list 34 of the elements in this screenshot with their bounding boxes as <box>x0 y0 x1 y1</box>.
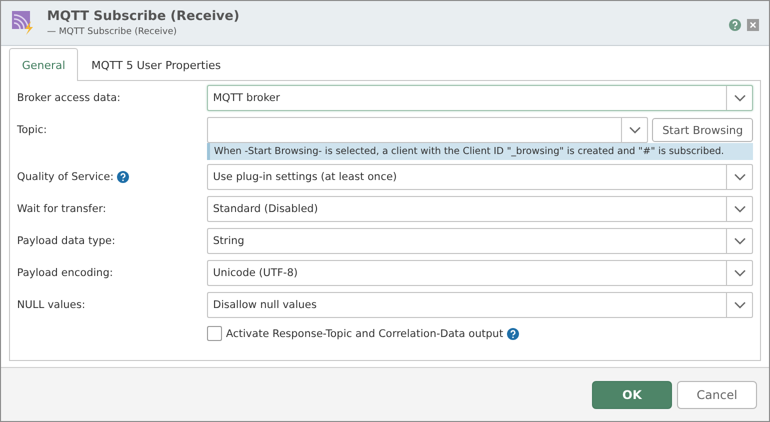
window-title: MQTT Subscribe (Receive) <box>47 9 240 24</box>
dropdown[interactable]: Unicode (UTF-8) <box>207 260 753 286</box>
help-icon[interactable] <box>507 328 520 340</box>
tab[interactable]: General <box>9 48 78 81</box>
start-browsing-button[interactable]: Start Browsing <box>652 118 753 142</box>
ok-button[interactable]: OK <box>592 380 672 408</box>
field-label: Wait for transfer: <box>17 203 106 215</box>
chevron-down-icon[interactable] <box>734 173 746 181</box>
close-icon[interactable] <box>747 19 759 31</box>
field-label: Payload encoding: <box>17 267 114 279</box>
checkbox-label: Activate Response-Topic and Correlation-Data output <box>226 328 504 340</box>
field-label: Broker access data: <box>17 92 120 104</box>
dropdown[interactable]: Use plug-in settings (at least once) <box>207 164 753 190</box>
hint-message: When -Start Browsing- is selected, a client with the Client ID "_browsing" is created and "#" is subscribed. <box>207 143 753 160</box>
chevron-down-icon[interactable] <box>734 301 746 309</box>
dropdown[interactable]: String <box>207 228 753 254</box>
field-label: Payload data type: <box>17 235 116 247</box>
field-label: NULL values: <box>17 299 86 311</box>
tab[interactable]: MQTT 5 User Properties <box>78 48 234 81</box>
chevron-down-icon[interactable] <box>734 94 746 102</box>
chevron-down-icon[interactable] <box>628 126 641 134</box>
chevron-down-icon[interactable] <box>734 205 746 213</box>
field-label: Quality of Service: <box>17 171 114 183</box>
chevron-down-icon[interactable] <box>734 237 746 245</box>
dropdown[interactable]: Standard (Disabled) <box>207 196 753 222</box>
checkbox[interactable] <box>207 326 222 341</box>
help-icon[interactable] <box>116 171 129 183</box>
cancel-button[interactable]: Cancel <box>677 380 757 408</box>
dropdown[interactable]: Disallow null values <box>207 292 753 318</box>
chevron-down-icon[interactable] <box>734 269 746 277</box>
help-icon[interactable] <box>729 19 741 31</box>
field-label: Topic: <box>17 124 47 136</box>
dropdown[interactable]: MQTT broker <box>207 85 753 111</box>
window-subtitle: — MQTT Subscribe (Receive) <box>47 27 178 37</box>
